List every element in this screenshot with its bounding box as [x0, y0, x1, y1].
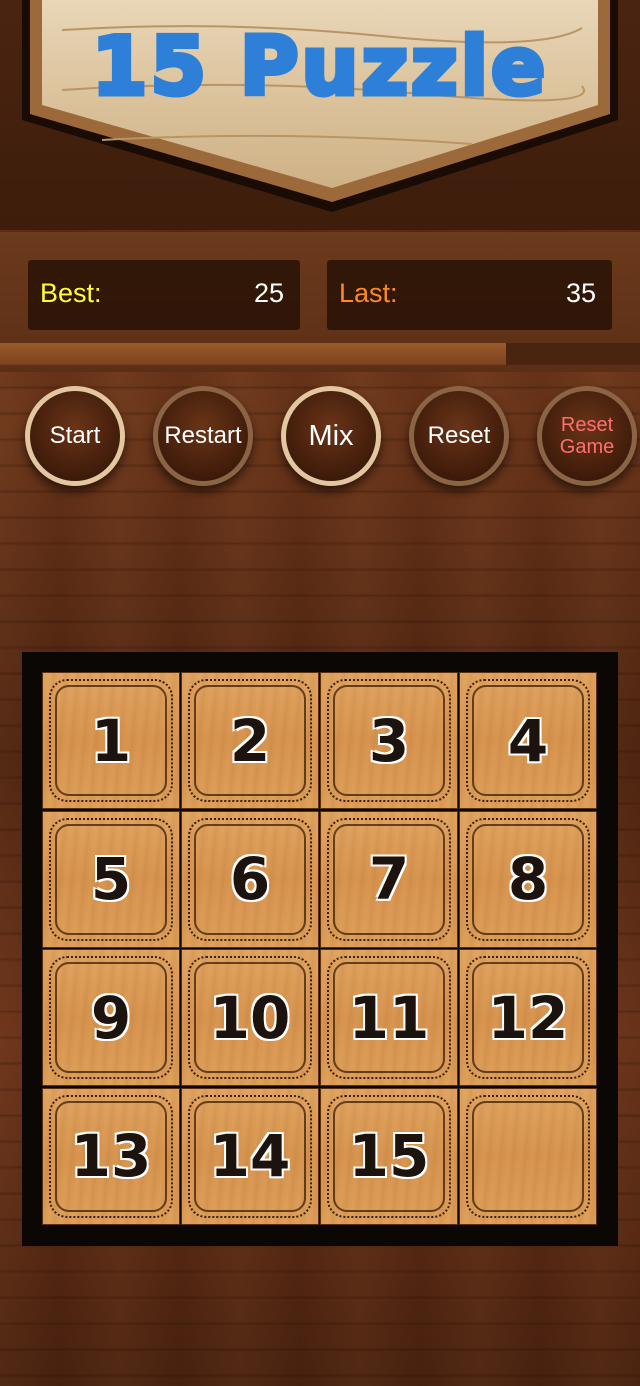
reset-game-label-line1: Reset — [560, 414, 614, 436]
tile-number: 9 — [90, 983, 132, 1052]
tile-number: 4 — [507, 706, 549, 775]
puzzle-tile[interactable]: 5 — [42, 810, 180, 948]
progress-fill — [0, 343, 506, 365]
empty-tile[interactable] — [459, 1087, 597, 1225]
tile-number: 15 — [348, 1122, 430, 1190]
progress-bar — [0, 343, 640, 365]
puzzle-tile[interactable]: 2 — [181, 672, 319, 809]
reset-game-label-line2: Game — [559, 436, 615, 458]
tile-number: 2 — [229, 706, 271, 775]
puzzle-tile[interactable]: 4 — [459, 672, 597, 809]
puzzle-tile[interactable]: 8 — [459, 810, 597, 948]
reset-button[interactable]: Reset — [409, 386, 509, 486]
tile-inner-frame — [472, 1100, 584, 1212]
game-title: 15 Puzzle — [89, 18, 549, 116]
puzzle-tile[interactable]: 9 — [42, 949, 180, 1086]
last-score-box: Last: 35 — [327, 260, 612, 330]
reset-game-button[interactable]: Reset Game — [537, 386, 637, 486]
puzzle-tile[interactable]: 14 — [181, 1087, 319, 1225]
puzzle-tile[interactable]: 6 — [181, 810, 319, 948]
tile-number: 10 — [209, 983, 291, 1052]
puzzle-tile[interactable]: 1 — [42, 672, 180, 809]
best-value: 25 — [253, 278, 284, 308]
restart-button[interactable]: Restart — [153, 386, 253, 486]
tile-number: 5 — [90, 845, 132, 913]
puzzle-tile[interactable]: 10 — [181, 949, 319, 1086]
tile-number: 7 — [368, 845, 410, 913]
best-score-box: Best: 25 — [28, 260, 300, 330]
puzzle-board: 1 2 3 4 5 6 7 8 9 10 11 12 13 14 15 — [22, 652, 618, 1246]
tile-number: 6 — [229, 845, 271, 913]
tile-grid: 1 2 3 4 5 6 7 8 9 10 11 12 13 14 15 — [42, 672, 598, 1226]
tile-number: 3 — [368, 706, 410, 775]
tile-number: 13 — [70, 1122, 152, 1190]
puzzle-tile[interactable]: 15 — [320, 1087, 458, 1225]
mix-button[interactable]: Mix — [281, 386, 381, 486]
best-label: Best: — [40, 278, 102, 308]
puzzle-tile[interactable]: 11 — [320, 949, 458, 1086]
tile-number: 14 — [209, 1122, 291, 1190]
last-label: Last: — [339, 278, 398, 308]
last-value: 35 — [565, 278, 596, 308]
tile-number: 12 — [487, 983, 569, 1052]
puzzle-tile[interactable]: 12 — [459, 949, 597, 1086]
tile-number: 11 — [348, 983, 430, 1052]
start-button[interactable]: Start — [25, 386, 125, 486]
puzzle-tile[interactable]: 13 — [42, 1087, 180, 1225]
tile-number: 1 — [90, 706, 132, 775]
puzzle-tile[interactable]: 7 — [320, 810, 458, 948]
tile-number: 8 — [507, 845, 549, 913]
puzzle-tile[interactable]: 3 — [320, 672, 458, 809]
